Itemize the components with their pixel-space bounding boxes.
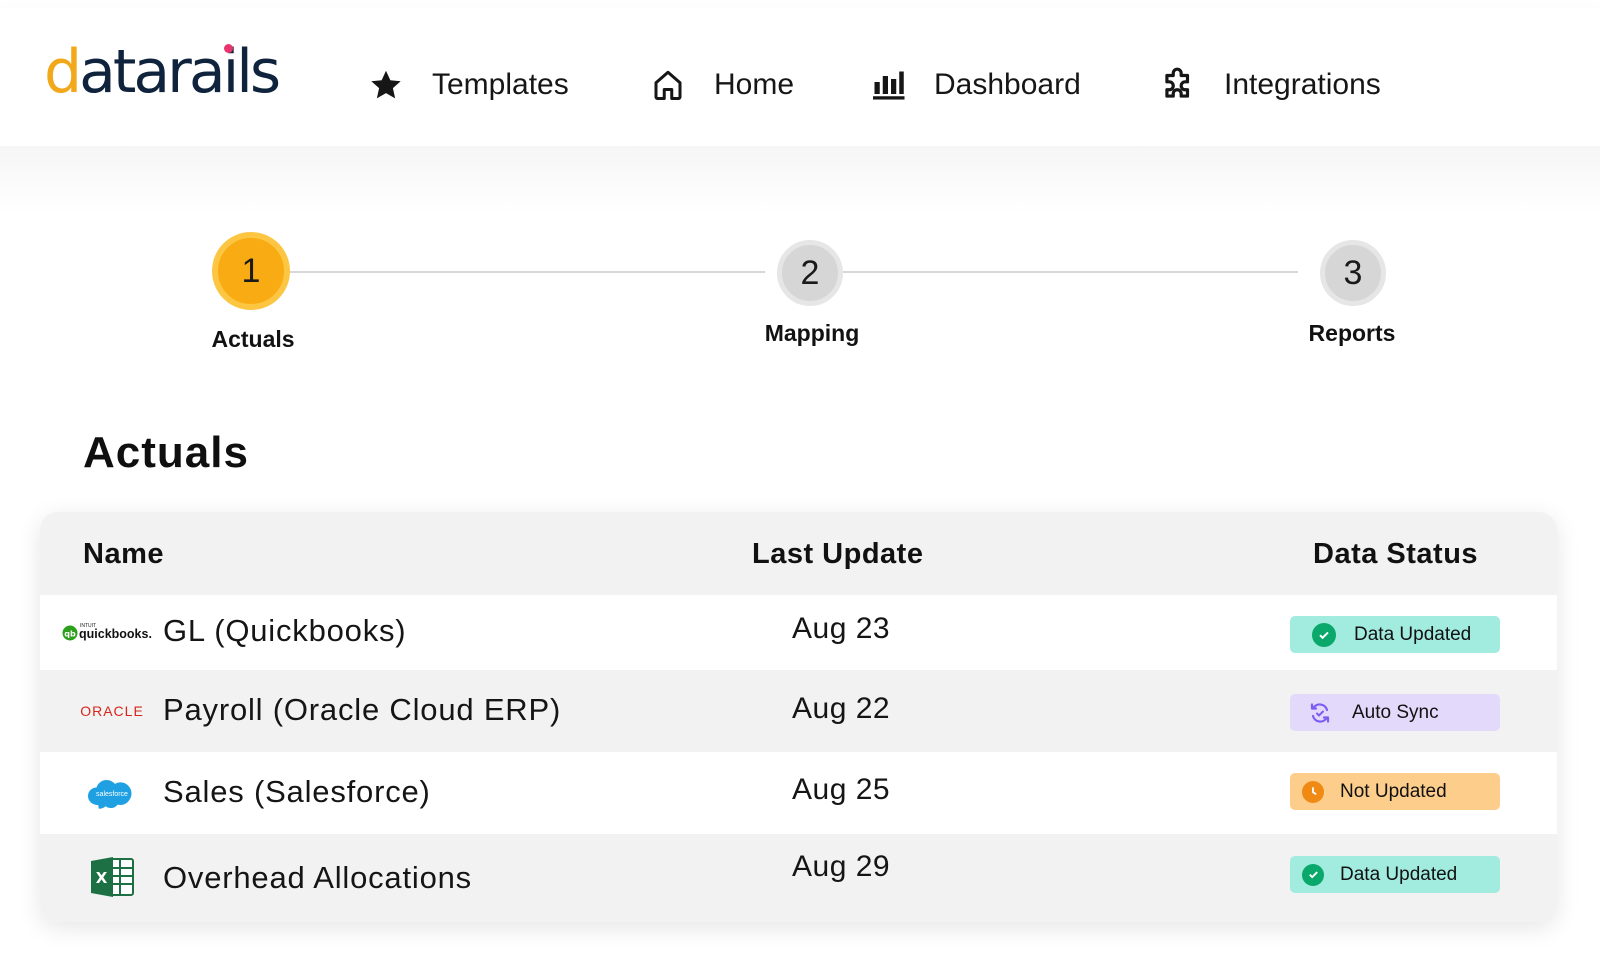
salesforce-logo: salesforce (64, 768, 160, 818)
row-name: GL (Quickbooks) (163, 613, 407, 648)
column-header-last-update[interactable]: Last Update (752, 538, 923, 571)
oracle-logo: ORACLE (64, 686, 160, 736)
oracle-logo-text: ORACLE (80, 703, 144, 719)
status-label: Data Updated (1354, 623, 1472, 645)
row-last-update: Aug 22 (792, 692, 891, 725)
salesforce-logo-text: salesforce (96, 791, 128, 798)
nav-label: Integrations (1224, 68, 1381, 101)
nav-label: Dashboard (934, 68, 1081, 101)
step-2-label: Mapping (764, 320, 860, 346)
step-1-label: Actuals (211, 326, 295, 352)
status-label: Not Updated (1340, 780, 1447, 802)
step-number: 1 (241, 251, 261, 290)
nav-label: Home (714, 68, 795, 101)
row-name: Overhead Allocations (163, 860, 472, 895)
row-last-update: Aug 25 (792, 773, 891, 806)
svg-text:qb: qb (64, 630, 76, 639)
top-nav-bar: datarails Templates Home Dashboard Integ… (0, 8, 1600, 146)
table-row[interactable]: salesforce Sales (Salesforce) Aug 25 Not… (40, 752, 1557, 834)
step-3-circle[interactable]: 3 (1320, 240, 1386, 306)
table-row[interactable]: ORACLE Payroll (Oracle Cloud ERP) Aug 22… (40, 670, 1557, 752)
step-3-label: Reports (1308, 320, 1396, 346)
check-circle-icon (1302, 863, 1324, 886)
row-last-update: Aug 29 (792, 850, 891, 883)
status-label: Data Updated (1340, 863, 1458, 885)
status-badge: Not Updated (1290, 773, 1500, 810)
star-icon (366, 65, 406, 105)
table-row[interactable]: X Overhead Allocations Aug 29 Data Updat… (40, 834, 1557, 922)
quickbooks-logo-text: quickbooks. (79, 627, 152, 641)
stepper-connector (290, 271, 765, 273)
stepper-background (0, 146, 1600, 216)
clock-icon (1302, 780, 1324, 803)
puzzle-icon (1158, 65, 1198, 105)
nav-item-templates[interactable]: Templates (366, 52, 569, 118)
status-label: Auto Sync (1352, 701, 1439, 723)
row-name: Payroll (Oracle Cloud ERP) (163, 692, 562, 727)
stepper-connector (830, 271, 1298, 273)
step-number: 3 (1343, 253, 1363, 292)
nav-item-dashboard[interactable]: Dashboard (868, 52, 1081, 118)
step-1-circle[interactable]: 1 (212, 232, 290, 310)
column-header-name[interactable]: Name (83, 538, 164, 571)
column-header-data-status[interactable]: Data Status (1313, 538, 1478, 571)
check-circle-icon (1312, 622, 1336, 647)
status-badge: Data Updated (1290, 616, 1500, 653)
nav-item-integrations[interactable]: Integrations (1158, 52, 1381, 118)
quickbooks-logo: qb INTUIT quickbooks. (60, 607, 160, 657)
status-badge: Auto Sync (1290, 694, 1500, 731)
table-header: Name Last Update Data Status (40, 512, 1557, 595)
step-2-circle[interactable]: 2 (777, 240, 843, 306)
nav-label: Templates (432, 68, 569, 101)
excel-logo: X (64, 852, 160, 902)
nav-item-home[interactable]: Home (648, 52, 794, 118)
sync-icon (1308, 701, 1332, 725)
row-name: Sales (Salesforce) (163, 774, 431, 809)
table-row[interactable]: qb INTUIT quickbooks. GL (Quickbooks) Au… (40, 595, 1557, 670)
status-badge: Data Updated (1290, 856, 1500, 893)
bar-chart-icon (868, 65, 908, 105)
page-title: Actuals (83, 428, 249, 477)
step-number: 2 (800, 253, 820, 292)
row-last-update: Aug 23 (792, 612, 891, 645)
datarails-logo[interactable]: datarails (44, 42, 281, 102)
actuals-table: Name Last Update Data Status qb INTUIT q… (40, 512, 1557, 922)
excel-logo-text: X (96, 869, 108, 887)
home-icon (648, 65, 688, 105)
